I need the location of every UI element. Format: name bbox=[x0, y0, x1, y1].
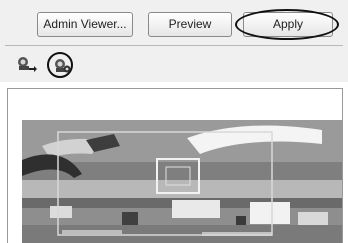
top-panel: Admin Viewer... Preview Apply bbox=[0, 0, 348, 82]
toolbar-divider bbox=[5, 45, 343, 46]
camera-arrow-icon[interactable] bbox=[15, 54, 37, 74]
admin-viewer-button[interactable]: Admin Viewer... bbox=[37, 12, 133, 37]
panorama-view[interactable] bbox=[22, 120, 342, 243]
preview-button[interactable]: Preview bbox=[148, 12, 232, 37]
apply-highlight-ring bbox=[235, 9, 339, 40]
app-window: Admin Viewer... Preview Apply bbox=[0, 0, 348, 243]
camera-settings-icon[interactable] bbox=[51, 56, 73, 76]
